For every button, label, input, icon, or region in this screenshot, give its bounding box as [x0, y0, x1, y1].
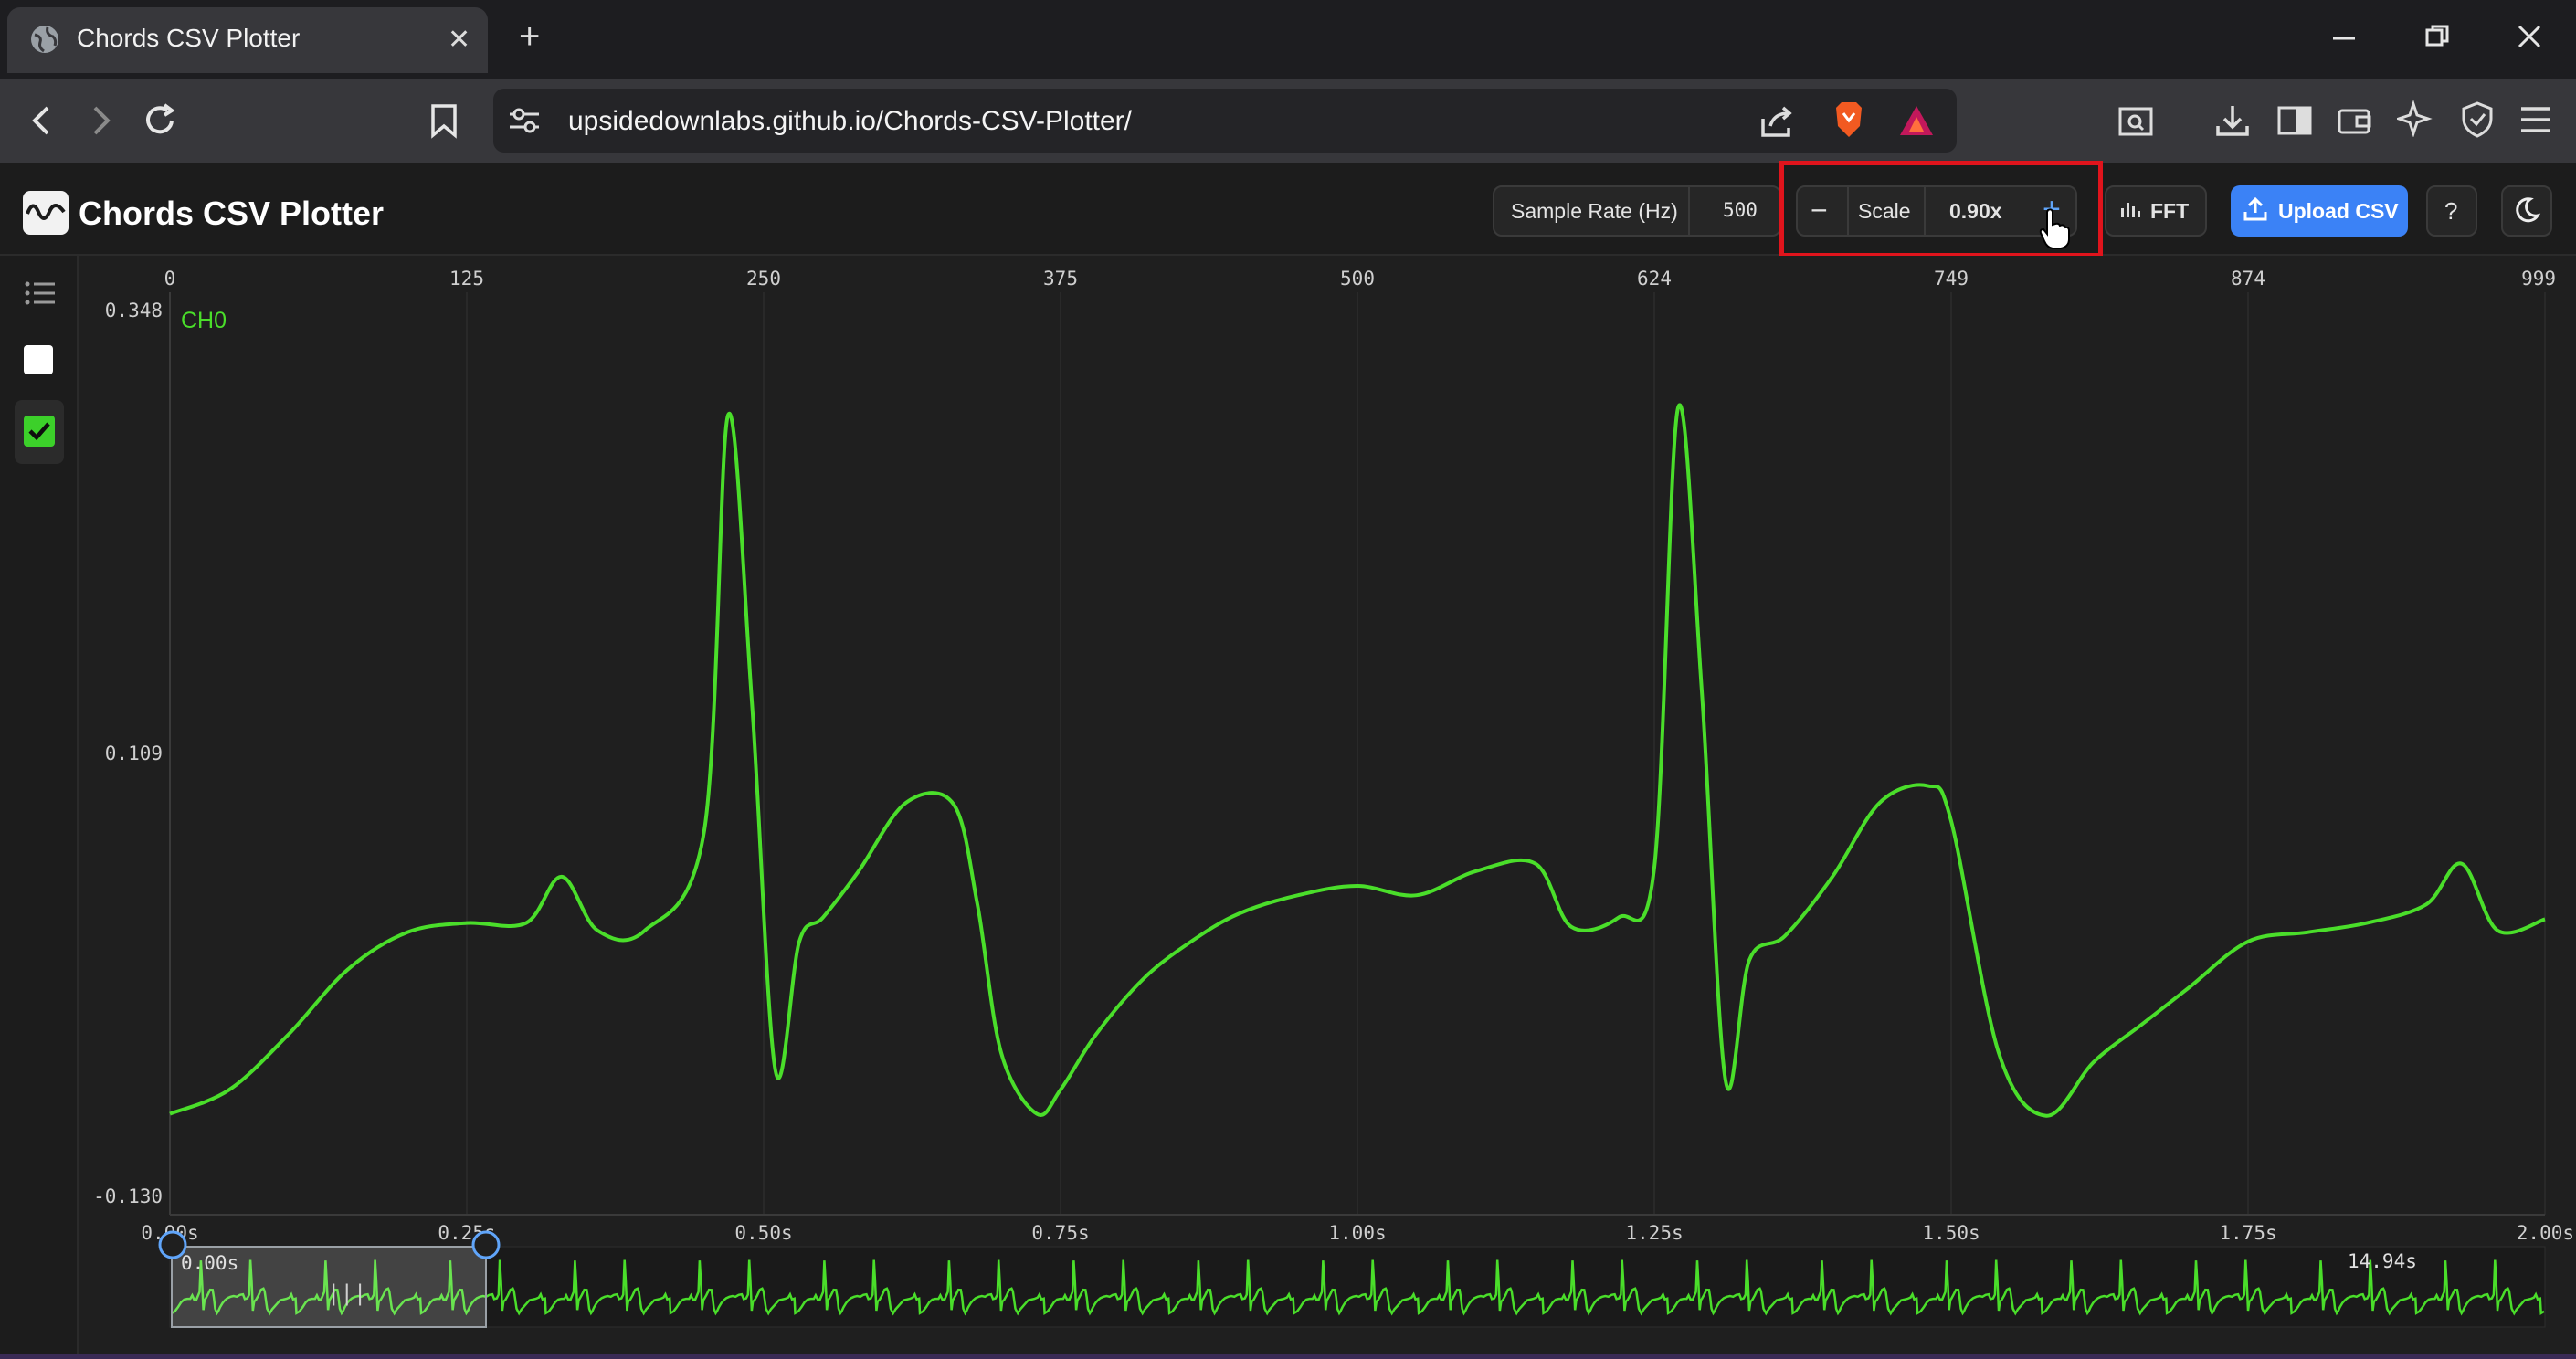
- top-tick-label: 999: [2521, 268, 2556, 290]
- bottom-tick-label: 1.00s: [1328, 1222, 1386, 1244]
- back-icon[interactable]: [27, 104, 55, 137]
- top-tick-label: 874: [2231, 268, 2265, 290]
- downloads-icon[interactable]: [2214, 102, 2251, 139]
- bottom-tick-label: 2.00s: [2517, 1222, 2574, 1244]
- brave-rewards-icon[interactable]: [1898, 104, 1935, 137]
- taskbar-edge: [0, 1354, 2576, 1359]
- fft-label: FFT: [2150, 199, 2190, 223]
- y-tick-label: 0.109: [105, 743, 163, 764]
- y-tick-label: -0.130: [93, 1185, 163, 1207]
- globe-icon: [29, 24, 60, 55]
- help-label: ?: [2444, 197, 2458, 225]
- top-tick-label: 749: [1934, 268, 1969, 290]
- url-text[interactable]: upsidedownlabs.github.io/Chords-CSV-Plot…: [568, 106, 1132, 137]
- app-title: Chords CSV Plotter: [79, 195, 385, 232]
- top-tick-label: 375: [1043, 268, 1078, 290]
- new-tab-icon[interactable]: +: [519, 16, 540, 58]
- chart-svg: 0 125 250 375 500 624 749 874 999 0.348 0.109 -0.1…: [82, 256, 2576, 1359]
- restore-icon[interactable]: [2424, 24, 2450, 49]
- bottom-tick-label: 1.50s: [1922, 1222, 1980, 1244]
- bottom-tick-label: 0.50s: [734, 1222, 792, 1244]
- overview-handle-right[interactable]: [471, 1230, 501, 1259]
- list-icon[interactable]: [24, 279, 57, 307]
- upload-csv-label: Upload CSV: [2278, 199, 2399, 223]
- vpn-icon[interactable]: [2459, 100, 2496, 139]
- bar-chart-icon: [2119, 199, 2141, 219]
- sample-rate-input[interactable]: 500: [1723, 199, 1758, 221]
- waveform-logo-icon: [22, 190, 69, 236]
- forward-icon[interactable]: [88, 104, 115, 137]
- share-icon[interactable]: [1758, 104, 1794, 139]
- channel-checkbox-unchecked[interactable]: [24, 345, 53, 374]
- y-tick-label: 0.348: [105, 300, 163, 321]
- leo-ai-icon[interactable]: [2397, 100, 2433, 137]
- sidebar-toggle-icon[interactable]: [2276, 104, 2313, 137]
- top-tick-label: 250: [746, 268, 781, 290]
- checkbox-checked-icon[interactable]: [24, 416, 55, 447]
- bottom-tick-label: 0.75s: [1031, 1222, 1089, 1244]
- reload-icon[interactable]: [143, 102, 179, 139]
- top-tick-label: 125: [449, 268, 484, 290]
- hand-cursor-icon: [2039, 208, 2072, 250]
- brave-shields-icon[interactable]: [1832, 100, 1865, 139]
- moon-icon: [2512, 195, 2541, 225]
- overview-handle-left[interactable]: [158, 1230, 187, 1259]
- bookmark-icon[interactable]: [429, 102, 459, 139]
- divider: [1688, 187, 1690, 235]
- sample-rate-label: Sample Rate (Hz): [1511, 199, 1678, 223]
- top-tick-label: 500: [1340, 268, 1375, 290]
- bottom-tick-label: 1.75s: [2219, 1222, 2276, 1244]
- close-tab-icon[interactable]: ✕: [448, 24, 470, 56]
- site-settings-icon[interactable]: [508, 106, 541, 135]
- overview-end-label: 14.94s: [2348, 1250, 2417, 1272]
- reader-mode-icon[interactable]: [2117, 104, 2154, 137]
- tab-title: Chords CSV Plotter: [77, 24, 301, 52]
- wallet-icon[interactable]: [2337, 104, 2373, 137]
- bottom-tick-label: 1.25s: [1625, 1222, 1683, 1244]
- window-grip-icon[interactable]: |||: [327, 1280, 366, 1306]
- series-label-ch0: CH0: [181, 308, 227, 333]
- close-window-icon[interactable]: [2517, 24, 2542, 49]
- overview-start-label: 0.00s: [181, 1252, 238, 1274]
- upload-icon: [2243, 196, 2267, 222]
- minimize-icon[interactable]: [2331, 20, 2357, 46]
- menu-icon[interactable]: [2519, 104, 2552, 135]
- top-tick-label: 624: [1637, 268, 1672, 290]
- top-tick-label: 0: [164, 268, 176, 290]
- overview-panel: [169, 1246, 2546, 1328]
